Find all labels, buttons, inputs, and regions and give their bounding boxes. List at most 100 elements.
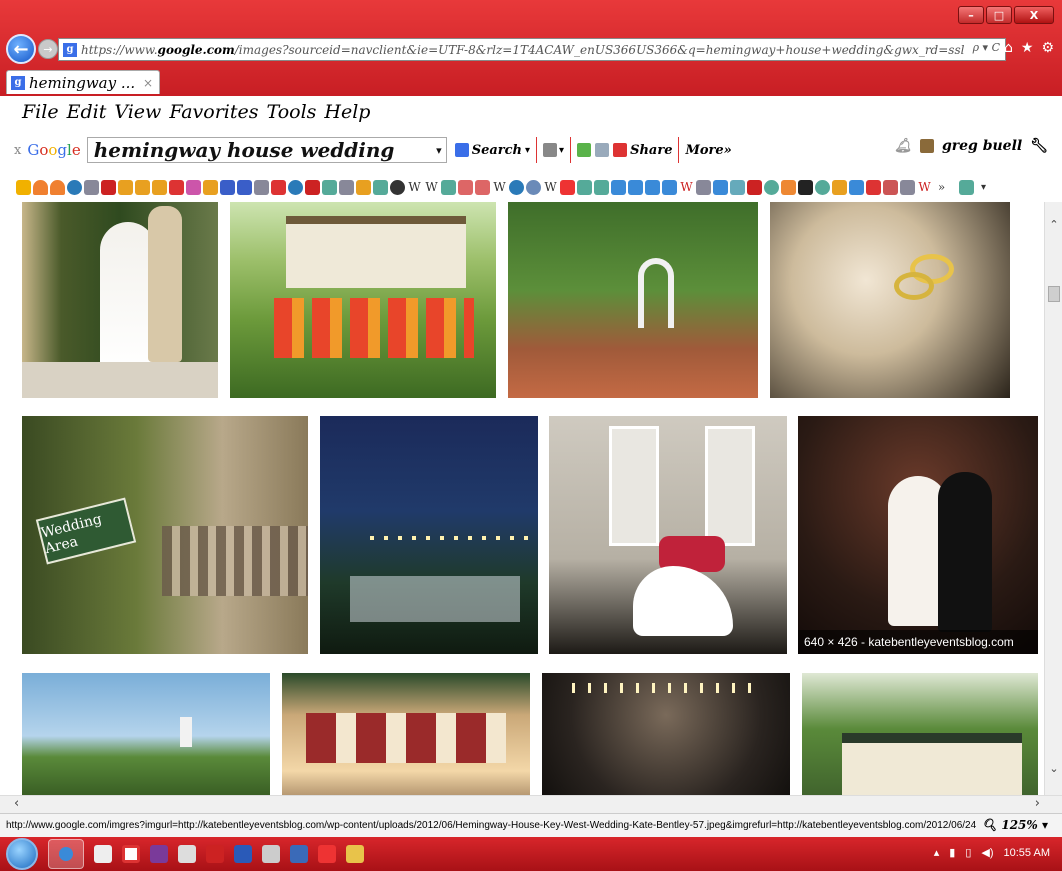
bookmark-icon[interactable] <box>696 179 711 195</box>
bookmark-icon[interactable] <box>390 179 405 195</box>
bookmark-icon[interactable] <box>764 179 779 195</box>
taskbar-app-icon[interactable] <box>94 845 112 863</box>
back-button[interactable]: ← <box>6 34 36 64</box>
taskbar-ie[interactable] <box>48 839 84 869</box>
bookmark-icon[interactable] <box>713 179 728 195</box>
toolbar-close-icon[interactable]: x <box>14 143 21 158</box>
bookmark-icon[interactable]: W <box>492 180 507 195</box>
volume-icon[interactable]: ◀) <box>981 846 993 859</box>
bookmark-icon[interactable] <box>50 179 65 195</box>
bookmark-icon[interactable] <box>288 179 303 195</box>
image-result[interactable] <box>770 202 1010 398</box>
forward-button[interactable]: → <box>38 39 58 59</box>
favorites-star-icon[interactable]: ★ <box>1021 40 1034 56</box>
bookmark-icon[interactable] <box>67 179 82 195</box>
bookmark-icon[interactable] <box>959 179 974 195</box>
bookmark-icon[interactable] <box>526 179 541 195</box>
mail-icon[interactable] <box>595 143 610 157</box>
acrobat-icon[interactable] <box>206 845 224 863</box>
scroll-right-icon[interactable]: › <box>1035 796 1040 811</box>
power-icon[interactable]: ▯ <box>965 846 971 859</box>
bookmark-icon[interactable] <box>645 179 660 195</box>
bookmark-icon[interactable] <box>322 179 337 195</box>
bookmark-icon[interactable] <box>781 179 796 195</box>
chevron-down-icon[interactable]: ▾ <box>436 144 442 157</box>
user-name[interactable]: greg buell <box>942 138 1022 154</box>
menu-favorites[interactable]: Favorites <box>169 101 258 123</box>
taskbar-app-icon[interactable] <box>262 845 280 863</box>
bookmark-icon[interactable] <box>475 179 490 195</box>
bookmark-icon[interactable] <box>356 179 371 195</box>
bookmark-icon[interactable] <box>832 179 847 195</box>
toolbar-search-input[interactable]: hemingway house wedding ▾ <box>86 137 447 163</box>
scroll-up-icon[interactable]: ⌃ <box>1045 218 1062 231</box>
scroll-thumb[interactable] <box>1048 286 1060 302</box>
address-bar[interactable]: g https://www.google.com/images?sourceid… <box>58 38 1006 61</box>
taskbar-app-icon[interactable] <box>318 845 336 863</box>
bookmark-icon[interactable] <box>220 179 235 195</box>
bookmark-icon[interactable] <box>628 179 643 195</box>
bookmark-icon[interactable] <box>373 179 388 195</box>
bookmark-icon[interactable] <box>441 179 456 195</box>
bookmark-icon[interactable] <box>662 179 677 195</box>
more-button[interactable]: More» <box>685 143 731 158</box>
bookmark-icon[interactable] <box>186 179 201 195</box>
browser-tab[interactable]: g hemingway ... × <box>6 70 160 94</box>
bookmark-icon[interactable]: W <box>407 180 422 195</box>
image-result[interactable] <box>22 673 270 795</box>
menu-help[interactable]: Help <box>324 101 370 123</box>
bookmark-icon[interactable] <box>305 179 320 195</box>
bookmark-icon[interactable] <box>33 179 48 195</box>
bookmark-icon[interactable] <box>101 179 116 195</box>
address-tools[interactable]: ρ ▾ C <box>969 41 1003 54</box>
bookmark-icon[interactable] <box>594 179 609 195</box>
bookmark-icon[interactable] <box>730 179 745 195</box>
favorites-overflow-icon[interactable]: » <box>934 180 949 195</box>
word-icon[interactable] <box>234 845 252 863</box>
taskbar-app-icon[interactable] <box>122 845 140 863</box>
bookmark-icon[interactable] <box>339 179 354 195</box>
bookmark-icon[interactable] <box>169 179 184 195</box>
menu-edit[interactable]: Edit <box>67 101 107 123</box>
avatar[interactable] <box>919 139 934 153</box>
image-result[interactable] <box>320 416 538 654</box>
image-result[interactable] <box>230 202 496 398</box>
bookmark-icon[interactable] <box>883 179 898 195</box>
scroll-left-icon[interactable]: ‹ <box>14 796 19 811</box>
show-hidden-icons-icon[interactable]: ▴ <box>934 846 940 859</box>
image-result[interactable]: 640 × 426 - katebentleyeventsblog.com <box>798 416 1038 654</box>
clock[interactable]: 10:55 AM <box>1004 847 1050 859</box>
network-icon[interactable]: ▮ <box>949 846 955 859</box>
start-button[interactable] <box>6 838 38 870</box>
bookmark-icon[interactable] <box>458 179 473 195</box>
bookmark-icon[interactable] <box>118 179 133 195</box>
page-icon[interactable] <box>543 143 558 157</box>
favorites-star-icon[interactable] <box>16 179 31 195</box>
tab-close-icon[interactable]: × <box>143 76 153 90</box>
home-icon[interactable]: ⌂ <box>1004 40 1013 56</box>
bookmark-icon[interactable]: W <box>424 180 439 195</box>
bookmark-icon[interactable] <box>849 179 864 195</box>
bookmark-icon[interactable] <box>798 179 813 195</box>
bookmark-icon[interactable]: W <box>543 180 558 195</box>
bookmark-icon[interactable] <box>254 179 269 195</box>
taskbar-app-icon[interactable] <box>346 845 364 863</box>
bookmark-icon[interactable] <box>815 179 830 195</box>
onenote-icon[interactable] <box>150 845 168 863</box>
bookmark-icon[interactable]: W <box>917 180 932 195</box>
share-button[interactable]: Share <box>613 143 672 158</box>
maximize-button[interactable]: □ <box>986 6 1012 24</box>
bookmark-icon[interactable] <box>577 179 592 195</box>
image-result[interactable] <box>542 673 790 795</box>
bookmark-icon[interactable] <box>509 179 524 195</box>
bookmark-icon[interactable] <box>611 179 626 195</box>
chevron-down-icon[interactable]: ▾ <box>976 180 991 195</box>
bookmark-icon[interactable]: W <box>679 180 694 195</box>
horizontal-scrollbar[interactable]: ‹ › <box>0 795 1062 813</box>
wrench-icon[interactable]: 🔧︎ <box>1030 138 1048 154</box>
taskbar-app-icon[interactable] <box>178 845 196 863</box>
image-result[interactable] <box>508 202 758 398</box>
image-result[interactable] <box>802 673 1038 795</box>
bell-icon[interactable]: 🔔︎ <box>894 138 912 154</box>
menu-file[interactable]: File <box>22 101 59 123</box>
